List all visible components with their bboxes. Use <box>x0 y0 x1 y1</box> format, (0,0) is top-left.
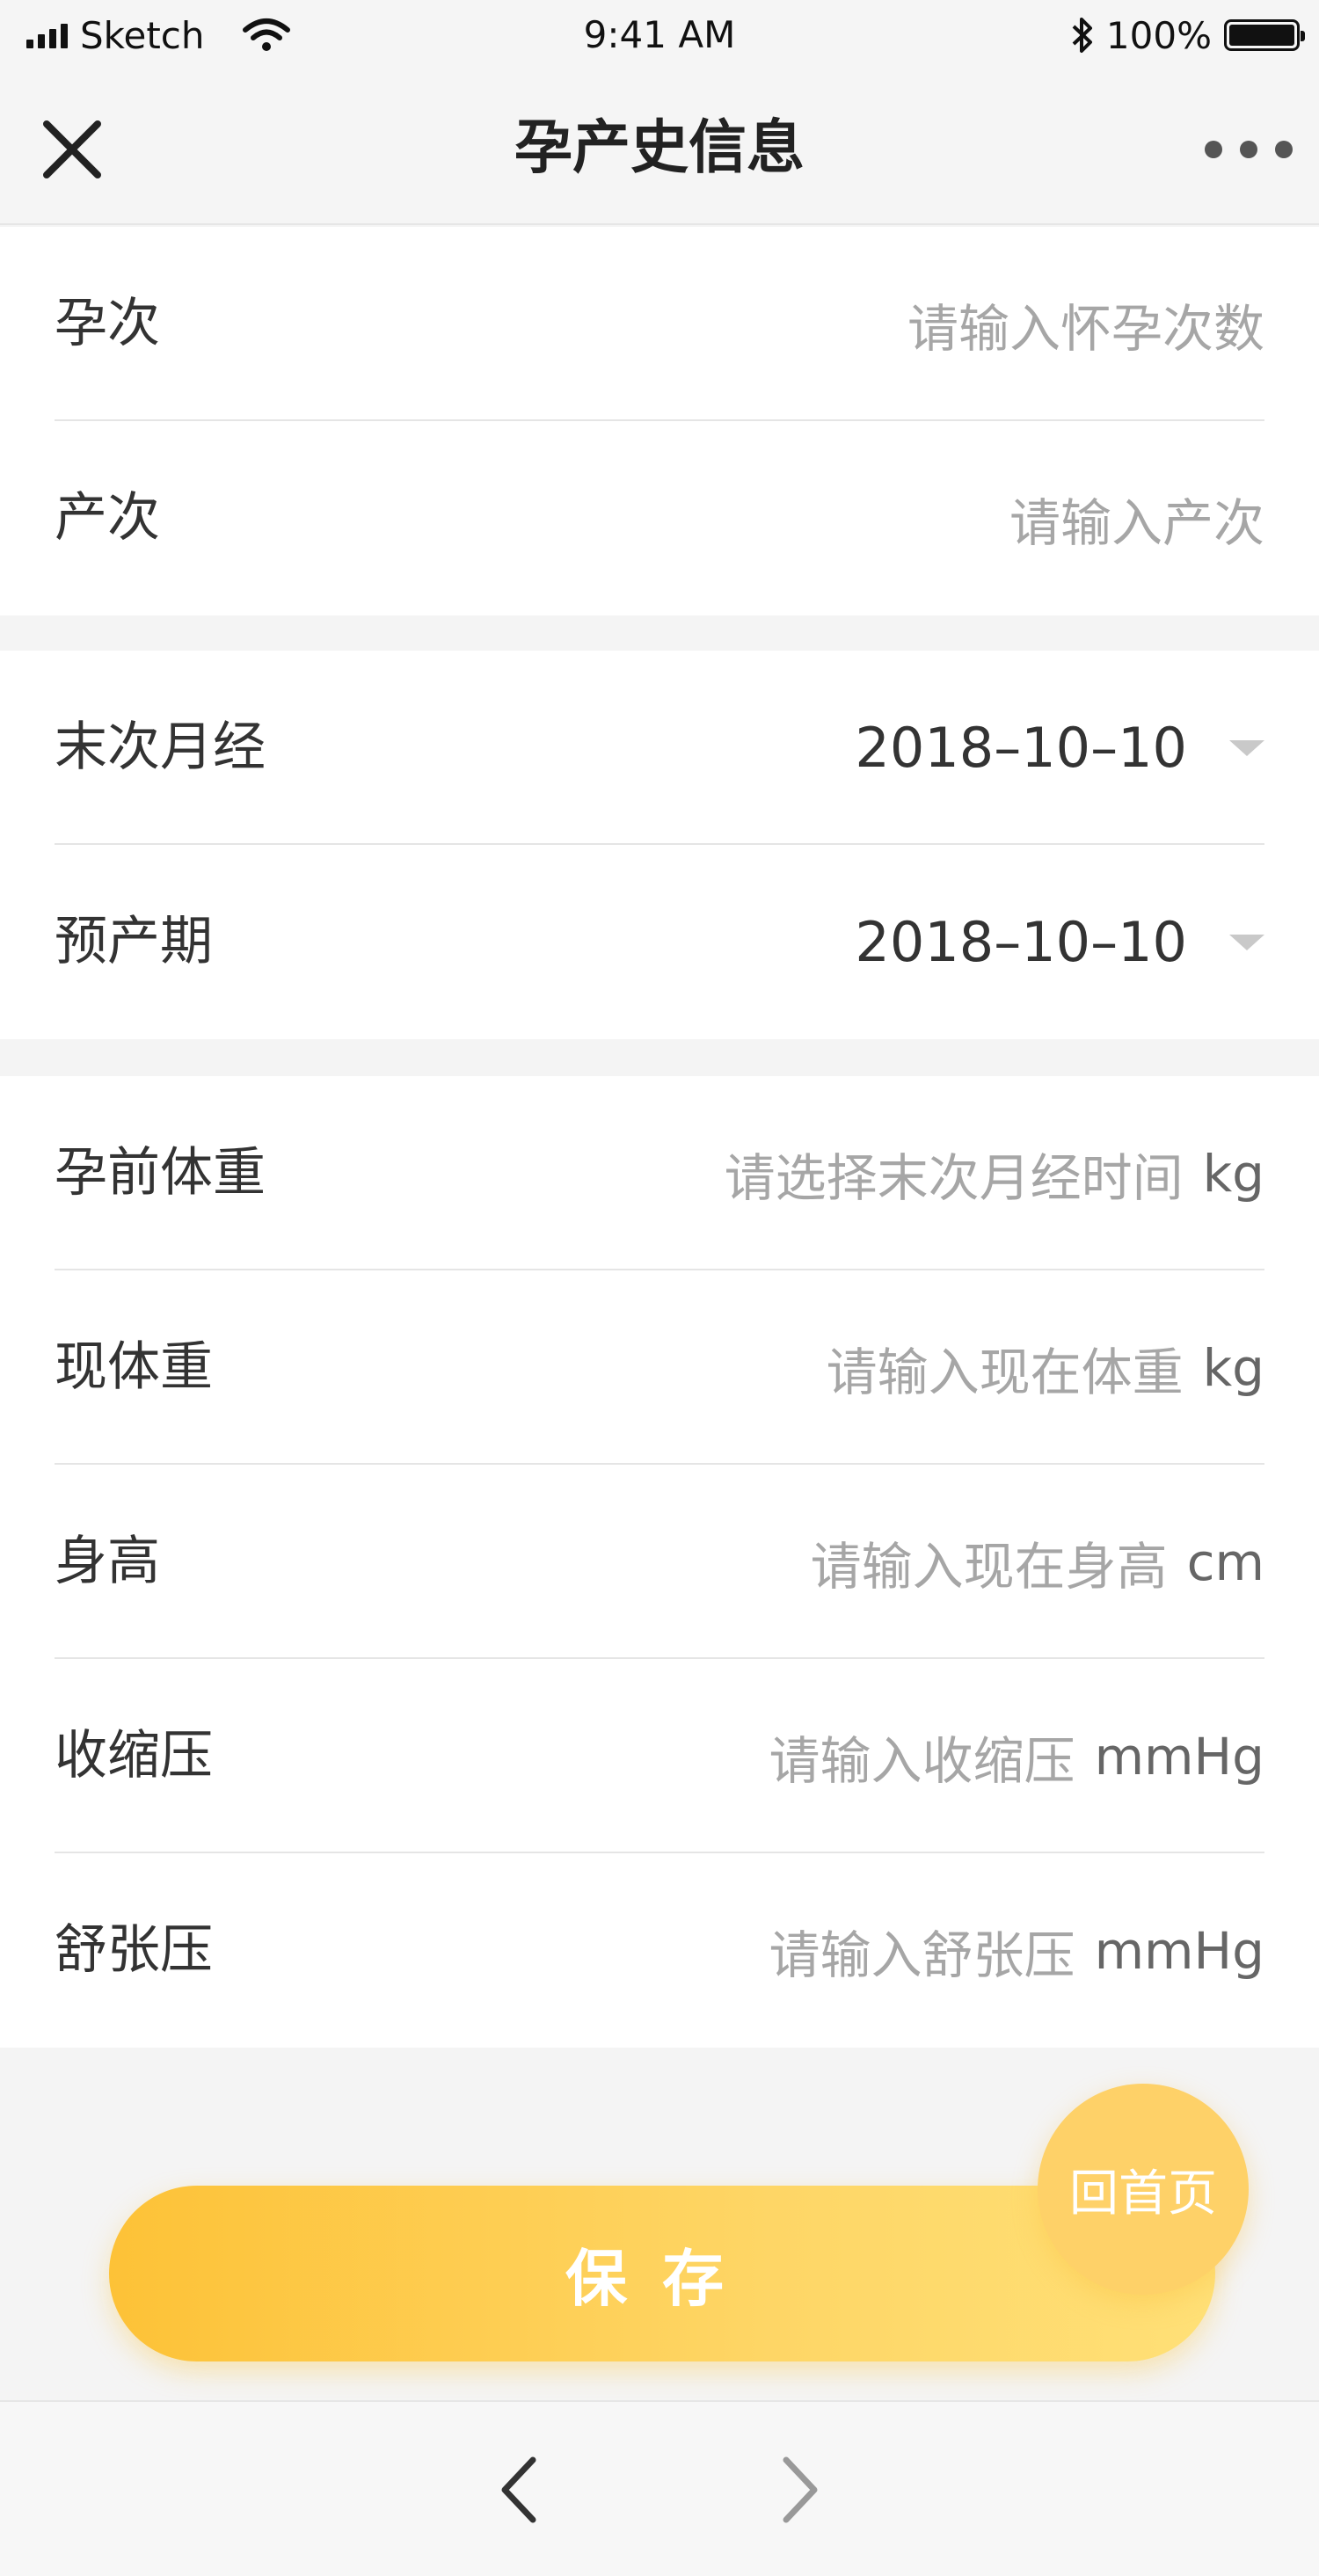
systolic-label: 收缩压 <box>55 1725 213 1786</box>
systolic-input[interactable]: 请输入收缩压 <box>769 1720 1075 1794</box>
date-group: 末次月经 2018–10–10 预产期 2018–10–10 <box>0 651 1319 1039</box>
more-button[interactable] <box>1205 132 1293 167</box>
due-date-row[interactable]: 预产期 2018–10–10 <box>0 845 1319 1039</box>
last-period-label: 末次月经 <box>55 717 266 778</box>
pre-pregnancy-weight-label: 孕前体重 <box>55 1142 266 1204</box>
more-icon-dot <box>1240 141 1257 158</box>
close-icon <box>43 120 101 178</box>
current-weight-unit: kg <box>1202 1337 1264 1398</box>
more-icon-dot <box>1275 141 1293 158</box>
diastolic-row[interactable]: 舒张压 请输入舒张压 mmHg <box>0 1853 1319 2048</box>
back-button[interactable] <box>484 2455 554 2525</box>
diastolic-input[interactable]: 请输入舒张压 <box>769 1914 1075 1988</box>
caret-down-icon[interactable] <box>1229 739 1264 756</box>
more-icon-dot <box>1205 141 1222 158</box>
pre-pregnancy-weight-row[interactable]: 孕前体重 请选择末次月经时间 kg <box>0 1076 1319 1270</box>
current-weight-label: 现体重 <box>55 1336 213 1398</box>
bottom-toolbar <box>0 2400 1319 2576</box>
gravida-label: 孕次 <box>55 293 160 354</box>
diastolic-unit: mmHg <box>1094 1920 1264 1981</box>
parity-row[interactable]: 产次 请输入产次 <box>0 421 1319 615</box>
current-weight-row[interactable]: 现体重 请输入现在体重 kg <box>0 1270 1319 1465</box>
chevron-left-icon <box>501 2456 536 2523</box>
gravida-input[interactable]: 请输入怀孕次数 <box>907 287 1264 361</box>
parity-input[interactable]: 请输入产次 <box>1009 482 1264 556</box>
height-label: 身高 <box>55 1531 160 1592</box>
battery-percent: 100% <box>1105 13 1212 57</box>
status-right: 100% <box>1071 12 1305 58</box>
status-bar: Sketch 9:41 AM 100% <box>0 0 1319 70</box>
due-date-label: 预产期 <box>55 911 213 972</box>
page-title: 孕产史信息 <box>514 113 805 181</box>
forward-button[interactable] <box>765 2455 835 2525</box>
navigation-bar: 孕产史信息 <box>0 70 1319 225</box>
chevron-right-icon <box>783 2456 818 2523</box>
last-period-row[interactable]: 末次月经 2018–10–10 <box>0 651 1319 845</box>
height-unit: cm <box>1186 1532 1264 1592</box>
current-weight-input[interactable]: 请输入现在体重 <box>827 1331 1184 1405</box>
battery-icon <box>1224 19 1305 51</box>
height-row[interactable]: 身高 请输入现在身高 cm <box>0 1465 1319 1659</box>
systolic-row[interactable]: 收缩压 请输入收缩压 mmHg <box>0 1659 1319 1853</box>
diastolic-label: 舒张压 <box>55 1919 213 1981</box>
caret-down-icon[interactable] <box>1229 934 1264 950</box>
pregnancy-count-group: 孕次 请输入怀孕次数 产次 请输入产次 <box>0 227 1319 615</box>
pre-pregnancy-weight-input[interactable]: 请选择末次月经时间 <box>725 1137 1184 1211</box>
body-metrics-group: 孕前体重 请选择末次月经时间 kg 现体重 请输入现在体重 kg 身高 请输入现… <box>0 1076 1319 2048</box>
close-button[interactable] <box>35 113 109 186</box>
pre-pregnancy-weight-unit: kg <box>1202 1143 1264 1204</box>
parity-label: 产次 <box>55 487 160 549</box>
last-period-value[interactable]: 2018–10–10 <box>855 716 1187 780</box>
bluetooth-icon <box>1072 18 1092 53</box>
due-date-value[interactable]: 2018–10–10 <box>855 910 1187 974</box>
height-input[interactable]: 请输入现在身高 <box>811 1525 1168 1599</box>
home-button[interactable]: 回首页 <box>1038 2084 1249 2295</box>
systolic-unit: mmHg <box>1094 1726 1264 1786</box>
gravida-row[interactable]: 孕次 请输入怀孕次数 <box>0 227 1319 421</box>
